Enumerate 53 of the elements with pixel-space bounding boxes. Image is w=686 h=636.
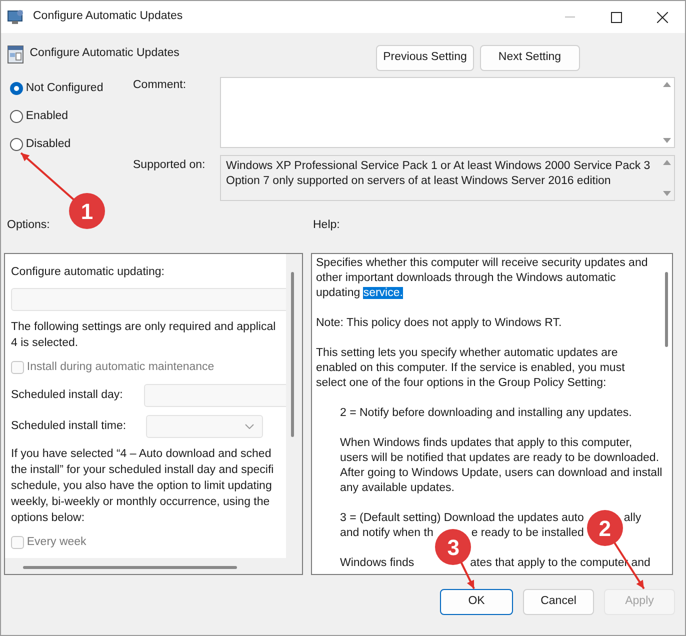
- radio-button[interactable]: [10, 110, 23, 123]
- help-paragraph: 2 = Notify before downloading and installing any updates.: [339, 406, 633, 421]
- help-text: ally: [624, 512, 642, 524]
- options-label: Options:: [7, 218, 51, 233]
- option-heading: Configure automatic updating:: [11, 265, 166, 280]
- radio-label: Disabled: [26, 137, 71, 152]
- checkbox-label: Install during automatic maintenance: [26, 360, 214, 375]
- radio-label: Not Configured: [26, 81, 104, 96]
- comment-label: Comment:: [133, 78, 188, 93]
- help-paragraph: This setting lets you specify whether automatic updates are enabled on this computer. If the service is enabled, you must select one of the four options in the Group Policy Setting:: [316, 346, 626, 391]
- dialog-button[interactable]: Cancel: [523, 589, 594, 615]
- scroll-down-icon[interactable]: [663, 138, 671, 143]
- app-icon: [7, 8, 25, 26]
- callout-number: 1: [69, 193, 105, 229]
- horizontal-scrollbar[interactable]: [23, 566, 237, 569]
- input-field[interactable]: [144, 384, 286, 408]
- field-label: Scheduled install time:: [11, 419, 128, 434]
- nav-button[interactable]: Next Setting: [480, 45, 580, 71]
- help-text: e ready to be installed: [471, 527, 584, 539]
- radio-label: Enabled: [26, 109, 68, 124]
- help-label: Help:: [313, 218, 340, 233]
- chevron-down-icon: [245, 424, 254, 430]
- scroll-up-icon[interactable]: [663, 82, 671, 87]
- checkbox-label: Every week: [26, 535, 86, 550]
- dropdown[interactable]: [146, 415, 263, 438]
- scroll-down-icon[interactable]: [663, 191, 671, 196]
- help-text: Windows finds: [340, 557, 414, 569]
- scroll-up-icon[interactable]: [663, 160, 671, 165]
- policy-title: Configure Automatic Updates: [30, 46, 180, 61]
- help-text: ates that apply to the computer and: [470, 557, 650, 569]
- help-paragraph: Specifies whether this computer will receive security updates and other important downloads through the Windows automatic updating service.: [316, 256, 649, 301]
- close-icon[interactable]: [656, 12, 668, 22]
- field-label: Scheduled install day:: [11, 388, 124, 404]
- vertical-scrollbar[interactable]: [291, 272, 294, 437]
- comment-field[interactable]: [220, 77, 675, 148]
- supported-on-text: Windows XP Professional Service Pack 1 or At least Windows 2000 Service Pack 3 Option 7 only supported on servers of at least Windows Server 2016 edition: [226, 159, 652, 189]
- option-text: The following settings are only required and applical 4 is selected.: [11, 320, 277, 351]
- radio-button[interactable]: [10, 82, 23, 95]
- help-paragraph: Note: This policy does not apply to Windows RT.: [316, 316, 563, 331]
- vertical-scrollbar[interactable]: [665, 272, 668, 347]
- help-paragraph: When Windows finds updates that apply to this computer, users will be notified that updates are ready to be downloaded. After going to Windows Update, users can download and install any available updates.: [339, 436, 664, 496]
- option-text: If you have selected “4 – Auto download and sched the install” for your scheduled install day and specifi schedule, you also have the option to limit updating weekly, bi-weekly or monthly occurrence, using the options below:: [11, 447, 275, 526]
- text-field[interactable]: [11, 288, 286, 311]
- dialog-button[interactable]: OK: [440, 589, 513, 615]
- supported-on-label: Supported on:: [133, 158, 206, 174]
- dialog-button: Apply: [604, 589, 675, 615]
- window-title: Configure Automatic Updates: [33, 9, 183, 24]
- help-text: 3 = (Default setting) Download the updates auto: [340, 512, 584, 524]
- policy-icon: [7, 45, 24, 64]
- maximize-icon[interactable]: [610, 12, 622, 22]
- help-text: and notify when th: [340, 527, 434, 539]
- nav-button[interactable]: Previous Setting: [376, 45, 474, 71]
- radio-button[interactable]: [10, 138, 23, 151]
